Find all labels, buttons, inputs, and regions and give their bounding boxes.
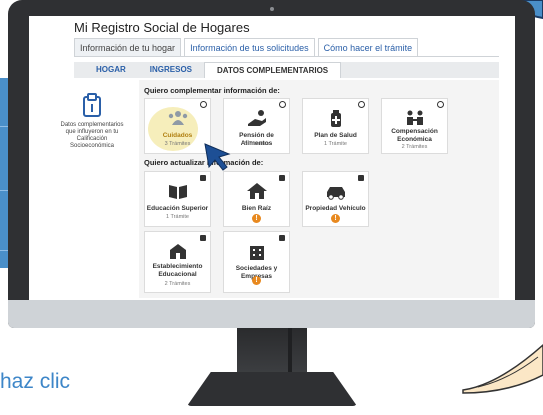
monitor-chin bbox=[8, 300, 535, 328]
monitor-base bbox=[187, 372, 357, 406]
health-kit-icon bbox=[331, 110, 341, 127]
tab-como-hacer-tramite[interactable]: Cómo hacer el trámite bbox=[317, 38, 419, 56]
edit-icon bbox=[200, 175, 206, 181]
page-title: Mi Registro Social de Hogares bbox=[74, 20, 250, 35]
card-title: Plan de Salud bbox=[314, 132, 357, 139]
card-title: Establecimiento Educacional bbox=[152, 263, 203, 278]
sub-tabs: HOGAR INGRESOS DATOS COMPLEMENTARIOS bbox=[74, 62, 499, 78]
card-compensacion-economica[interactable]: Compensación Económica 2 Trámites bbox=[381, 98, 448, 154]
tab-informacion-solicitudes[interactable]: Información de tus solicitudes bbox=[184, 38, 315, 56]
card-establecimiento-educacional[interactable]: Establecimiento Educacional 2 Trámites bbox=[144, 231, 211, 293]
edit-icon bbox=[200, 235, 206, 241]
card-propiedad-vehiculo[interactable]: Propiedad Vehículo ! bbox=[302, 171, 369, 227]
building-icon bbox=[250, 246, 264, 260]
tab-divider bbox=[74, 56, 499, 57]
cursor-arrow-icon bbox=[204, 143, 231, 171]
warning-badge: ! bbox=[252, 276, 261, 285]
subtab-datos-complementarios[interactable]: DATOS COMPLEMENTARIOS bbox=[204, 62, 342, 78]
card-pension-alimentos[interactable]: Pensión de Alimentos 3 Trámites bbox=[223, 98, 290, 154]
monitor-neck bbox=[237, 328, 307, 373]
school-icon bbox=[170, 244, 186, 259]
car-icon bbox=[327, 187, 345, 200]
card-title: Propiedad Vehículo bbox=[305, 205, 366, 212]
warning-badge: ! bbox=[331, 214, 340, 223]
card-subtitle: 3 Trámites bbox=[243, 141, 270, 147]
add-icon bbox=[279, 101, 286, 108]
card-title: Cuidados bbox=[162, 132, 193, 139]
edit-icon bbox=[279, 235, 285, 241]
card-plan-salud[interactable]: Plan de Salud 1 Trámite bbox=[302, 98, 369, 154]
paper-decoration bbox=[462, 343, 543, 394]
monitor: Mi Registro Social de Hogares Informació… bbox=[8, 0, 535, 328]
warning-badge: ! bbox=[252, 214, 261, 223]
card-subtitle: 2 Trámites bbox=[164, 281, 191, 287]
house-icon bbox=[247, 183, 267, 199]
screen: Mi Registro Social de Hogares Informació… bbox=[29, 16, 515, 300]
card-title: Educación Superior bbox=[146, 205, 209, 212]
card-subtitle: 2 Trámites bbox=[401, 144, 428, 150]
edit-icon bbox=[279, 175, 285, 181]
card-title: Compensación Económica bbox=[391, 128, 438, 143]
card-title: Bien Raíz bbox=[241, 205, 272, 212]
card-sociedades-empresas[interactable]: Sociedades y Empresas ! bbox=[223, 231, 290, 293]
caption-text: haz clic bbox=[0, 370, 71, 393]
camera-dot bbox=[270, 7, 274, 11]
card-educacion-superior[interactable]: Educación Superior 1 Trámite bbox=[144, 171, 211, 227]
card-cuidados[interactable]: Cuidados 3 Trámites bbox=[144, 98, 211, 154]
card-subtitle: 1 Trámite bbox=[324, 141, 347, 147]
section-complementar-title: Quiero complementar información de: bbox=[144, 86, 280, 95]
hand-coin-icon bbox=[248, 110, 266, 126]
book-icon bbox=[169, 185, 187, 199]
monitor-neck-shadow bbox=[288, 328, 292, 373]
card-subtitle: 1 Trámite bbox=[166, 214, 189, 220]
sidebar-text: Datos complementarios que influyeron en … bbox=[60, 122, 124, 149]
subtab-ingresos[interactable]: INGRESOS bbox=[138, 62, 204, 78]
add-icon bbox=[200, 101, 207, 108]
compensation-icon bbox=[407, 110, 423, 125]
add-icon bbox=[437, 101, 444, 108]
subtab-hogar[interactable]: HOGAR bbox=[84, 62, 138, 78]
card-bien-raiz[interactable]: Bien Raíz ! bbox=[223, 171, 290, 227]
card-subtitle: 3 Trámites bbox=[164, 141, 191, 147]
people-icon bbox=[168, 111, 188, 125]
top-tabs: Información de tu hogar Información de t… bbox=[74, 38, 419, 56]
document-icon bbox=[83, 93, 101, 117]
edit-icon bbox=[358, 175, 364, 181]
add-icon bbox=[358, 101, 365, 108]
content-panel: Quiero complementar información de: Cuid… bbox=[139, 80, 499, 298]
sidebar-info: Datos complementarios que influyeron en … bbox=[58, 92, 126, 150]
tab-informacion-hogar[interactable]: Información de tu hogar bbox=[74, 38, 182, 56]
